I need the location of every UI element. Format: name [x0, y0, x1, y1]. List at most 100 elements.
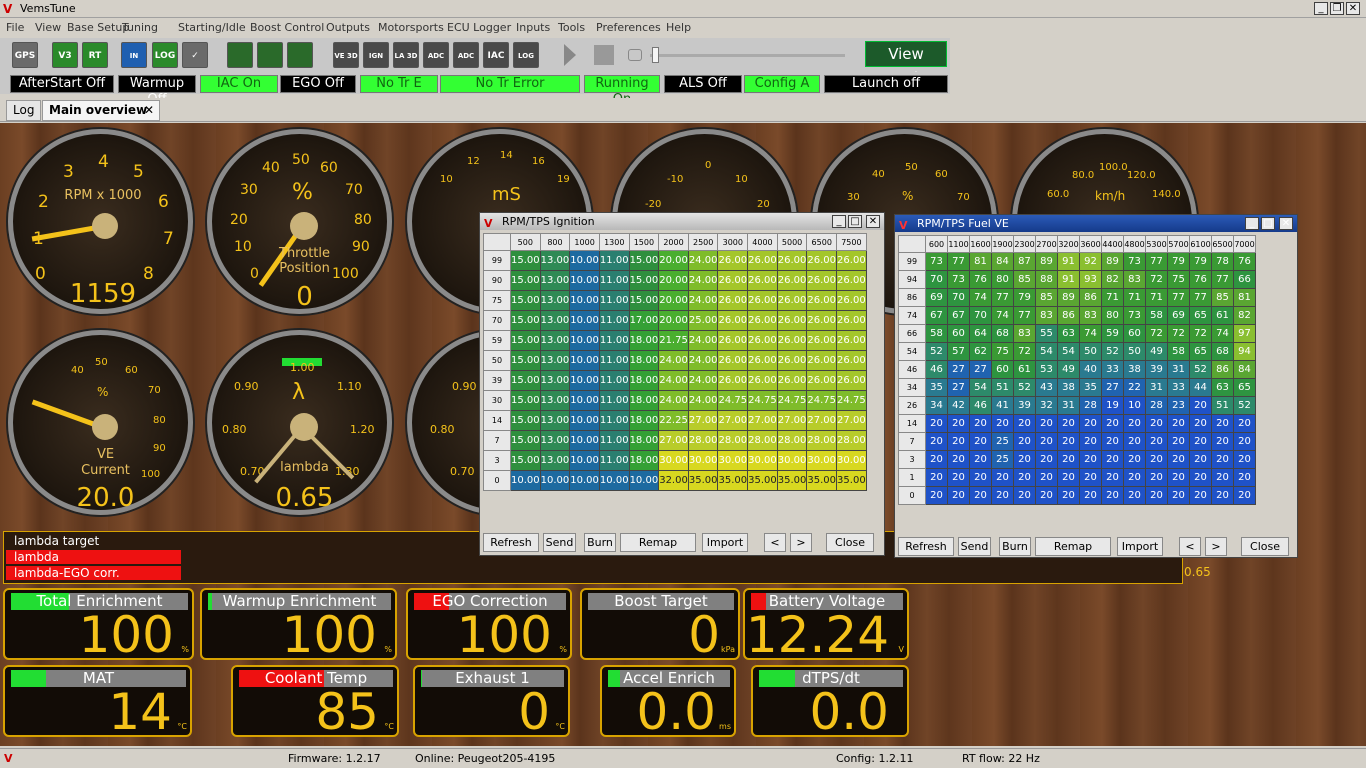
table-cell[interactable]: 15.00	[628, 250, 660, 271]
table-cell[interactable]: 26.00	[747, 350, 778, 371]
table-cell[interactable]: 74	[1211, 324, 1234, 343]
table-cell[interactable]: 94	[1233, 342, 1256, 361]
table-cell[interactable]: 11.00	[598, 410, 630, 431]
table-cell[interactable]: 10.00	[569, 250, 600, 271]
table-cell[interactable]: 20	[1233, 414, 1256, 433]
table-cell[interactable]: 24.75	[836, 390, 867, 411]
table-cell[interactable]: 52	[1013, 378, 1036, 397]
table-cell[interactable]: 11.00	[598, 310, 630, 331]
table-cell[interactable]: 15.00	[510, 370, 541, 391]
table-cell[interactable]: 20	[947, 468, 970, 487]
table-cell[interactable]: 20	[1057, 414, 1080, 433]
table-cell[interactable]: 20	[1013, 414, 1036, 433]
table-cell[interactable]: 20	[1101, 414, 1124, 433]
table-cell[interactable]: 18.00	[628, 350, 660, 371]
table-cell[interactable]: 83	[1035, 306, 1058, 325]
table-cell[interactable]: 65	[1189, 306, 1212, 325]
table-cell[interactable]: 79	[1167, 252, 1190, 271]
table-cell[interactable]: 26.00	[776, 370, 808, 391]
fuel-refresh-button[interactable]: Refresh	[898, 537, 954, 556]
table-cell[interactable]: 20	[1101, 468, 1124, 487]
toolbar-button-10[interactable]: IGN 3D	[363, 42, 389, 86]
table-cell[interactable]: 10.00	[569, 290, 600, 311]
table-cell[interactable]: 83	[1013, 324, 1036, 343]
toolbar-button-1[interactable]: V3	[52, 42, 78, 68]
table-cell[interactable]: 27.00	[806, 410, 838, 431]
table-cell[interactable]: 81	[1233, 288, 1256, 307]
table-cell[interactable]: 15.00	[510, 350, 541, 371]
table-cell[interactable]: 89	[1057, 288, 1080, 307]
table-cell[interactable]: 20	[1057, 432, 1080, 451]
table-cell[interactable]: 15.00	[510, 450, 541, 471]
table-cell[interactable]: 26.00	[776, 270, 808, 291]
table-cell[interactable]: 27.00	[658, 430, 689, 451]
table-cell[interactable]: 79	[1189, 252, 1212, 271]
table-cell[interactable]: 24.00	[687, 290, 719, 311]
table-cell[interactable]: 26.00	[836, 330, 867, 351]
table-cell[interactable]: 44	[1189, 378, 1212, 397]
table-cell[interactable]: 20	[1211, 432, 1234, 451]
table-cell[interactable]: 20	[969, 468, 992, 487]
toolbar-button-15[interactable]: LOG VIEW	[513, 42, 539, 86]
table-cell[interactable]: 26.00	[717, 270, 749, 291]
toolbar-button-0[interactable]: GPS	[12, 42, 38, 68]
table-cell[interactable]: 30.00	[717, 450, 749, 471]
table-cell[interactable]: 89	[1101, 252, 1124, 271]
table-cell[interactable]: 43	[1035, 378, 1058, 397]
table-cell[interactable]: 27.00	[717, 410, 749, 431]
table-cell[interactable]: 11.00	[598, 290, 630, 311]
table-cell[interactable]: 26.00	[717, 330, 749, 351]
table-cell[interactable]: 30.00	[687, 450, 719, 471]
table-cell[interactable]: 61	[1013, 360, 1036, 379]
table-cell[interactable]: 26.00	[747, 290, 778, 311]
table-cell[interactable]: 70	[925, 270, 948, 289]
table-cell[interactable]: 49	[1145, 342, 1168, 361]
table-cell[interactable]: 10.00	[569, 370, 600, 391]
table-cell[interactable]: 26.00	[806, 290, 838, 311]
toolbar-button-12[interactable]: ADC ALC	[423, 42, 449, 86]
table-cell[interactable]: 84	[991, 252, 1014, 271]
table-cell[interactable]: 20.00	[658, 250, 689, 271]
table-cell[interactable]: 30.00	[776, 450, 808, 471]
table-cell[interactable]: 63	[1057, 324, 1080, 343]
table-cell[interactable]: 30.00	[747, 450, 778, 471]
table-cell[interactable]: 24.00	[687, 330, 719, 351]
fuel-close-button[interactable]: ✕	[1279, 217, 1293, 230]
fuel-minimize-button[interactable]: _	[1245, 217, 1259, 230]
table-cell[interactable]: 77	[1211, 270, 1234, 289]
table-cell[interactable]: 18.00	[628, 430, 660, 451]
table-cell[interactable]: 15.00	[628, 290, 660, 311]
table-cell[interactable]: 20	[1035, 486, 1058, 505]
table-cell[interactable]: 25	[991, 432, 1014, 451]
table-cell[interactable]: 20	[1189, 396, 1212, 415]
table-cell[interactable]: 67	[947, 306, 970, 325]
table-cell[interactable]: 26.00	[836, 310, 867, 331]
table-cell[interactable]: 28	[1079, 396, 1102, 415]
table-cell[interactable]: 83	[1079, 306, 1102, 325]
table-cell[interactable]: 73	[925, 252, 948, 271]
table-cell[interactable]: 13.00	[539, 430, 571, 451]
table-cell[interactable]: 68	[1211, 342, 1234, 361]
table-cell[interactable]: 11.00	[598, 450, 630, 471]
table-cell[interactable]: 22.25	[658, 410, 689, 431]
table-cell[interactable]: 40	[1079, 360, 1102, 379]
table-cell[interactable]: 26.00	[747, 270, 778, 291]
table-cell[interactable]: 11.00	[598, 270, 630, 291]
table-cell[interactable]: 71	[1145, 288, 1168, 307]
menu-help[interactable]: Help	[666, 21, 691, 34]
table-cell[interactable]: 13.00	[539, 450, 571, 471]
table-cell[interactable]: 25.00	[687, 310, 719, 331]
table-cell[interactable]: 35.00	[806, 470, 838, 491]
table-cell[interactable]: 20	[925, 432, 948, 451]
table-cell[interactable]: 15.00	[510, 250, 541, 271]
table-cell[interactable]: 30.00	[806, 450, 838, 471]
table-cell[interactable]: 52	[1101, 342, 1124, 361]
toolbar-button-14[interactable]: IAC	[483, 42, 509, 68]
table-cell[interactable]: 20	[1101, 450, 1124, 469]
table-cell[interactable]: 13.00	[539, 350, 571, 371]
menu-tools[interactable]: Tools	[558, 21, 585, 34]
fuel-import-button[interactable]: Import	[1117, 537, 1163, 556]
table-cell[interactable]: 74	[969, 288, 992, 307]
table-cell[interactable]: 35	[1079, 378, 1102, 397]
table-cell[interactable]: 52	[1233, 396, 1256, 415]
